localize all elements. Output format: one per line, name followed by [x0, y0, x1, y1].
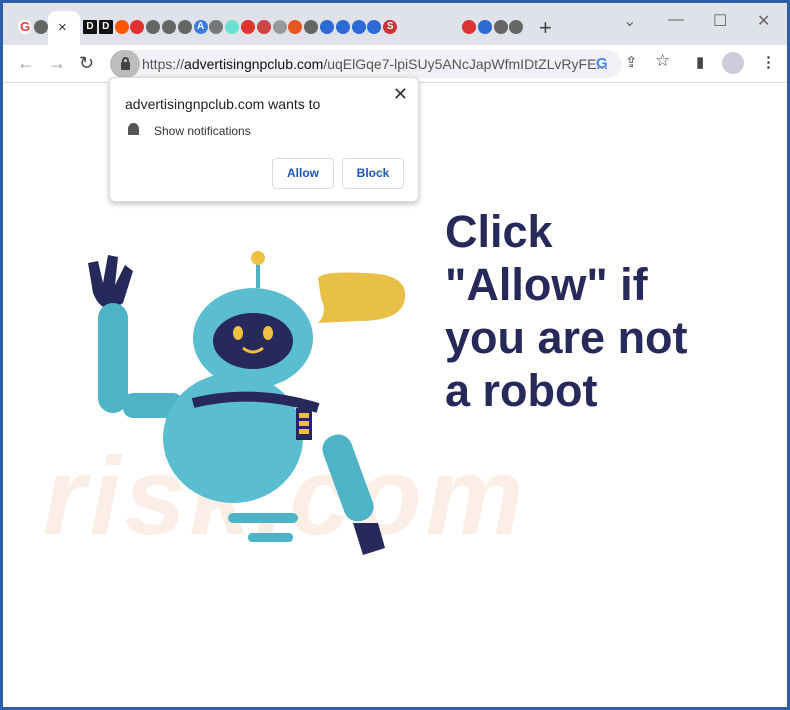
tab-globe-icon[interactable] [33, 20, 48, 34]
address-bar[interactable]: https://advertisingnpclub.com/uqElGqe7-l… [110, 50, 622, 78]
allow-button[interactable]: Allow [272, 158, 334, 189]
headline-line: Click [445, 206, 553, 257]
tab-s-icon[interactable]: S [383, 20, 398, 34]
block-button[interactable]: Block [342, 158, 404, 189]
tab-globe-icon[interactable] [146, 20, 161, 34]
side-panel-icon[interactable]: ▮ [696, 53, 704, 71]
tab-a-icon[interactable]: A [193, 20, 208, 34]
tab-google-icon[interactable]: G [18, 20, 32, 34]
robot-illustration [88, 251, 406, 555]
tab-globe-icon[interactable] [162, 20, 176, 34]
tab-globe-icon[interactable] [493, 20, 508, 34]
tab-shield-icon[interactable] [130, 20, 145, 34]
share-icon[interactable]: ⇪ [625, 53, 638, 71]
tab-red-icon[interactable] [462, 20, 476, 34]
popup-close-button[interactable]: ✕ [393, 84, 408, 105]
tab-edge-icon[interactable] [320, 20, 334, 34]
minimize-button[interactable]: — [668, 11, 684, 29]
tab-globe-icon[interactable] [509, 20, 524, 34]
tab-globe-icon[interactable] [304, 20, 319, 34]
bell-icon [128, 123, 139, 135]
back-button[interactable]: ← [17, 53, 35, 74]
google-lens-icon[interactable]: G [596, 55, 608, 72]
tab-ubuntu-icon[interactable] [288, 20, 303, 34]
url-scheme: https:// [142, 56, 185, 72]
maximize-button[interactable]: ☐ [713, 11, 727, 31]
forward-button[interactable]: → [48, 53, 66, 74]
headline-line: you are not [445, 312, 688, 363]
headline-line: a robot [445, 365, 598, 416]
tab-reddit-icon[interactable] [114, 20, 129, 34]
tab-d-icon[interactable]: D [83, 20, 97, 34]
new-tab-button[interactable]: + [539, 15, 552, 41]
tab-shield-icon[interactable] [256, 20, 271, 34]
tab-edge-icon[interactable] [351, 20, 366, 34]
close-window-button[interactable]: ✕ [757, 11, 770, 31]
tab-e-icon[interactable] [225, 20, 240, 34]
headline: Click "Allow" if you are not a robot [445, 205, 688, 417]
headline-line: "Allow" if [445, 259, 648, 310]
tab-globe-icon[interactable] [177, 20, 192, 34]
tab-edge-icon[interactable] [335, 20, 350, 34]
profile-avatar[interactable] [722, 52, 744, 74]
tab-shield-icon[interactable] [241, 20, 255, 34]
tab-strip: × G DD A S + ⌄ — ☐ ✕ [3, 3, 787, 45]
tab-close-button[interactable]: × [58, 19, 67, 36]
active-tab[interactable]: × [48, 11, 80, 45]
notification-permission-popup: advertisingnpclub.com wants to ✕ Show no… [109, 77, 419, 202]
url-path: /uqElGqe7-lpiSUy5ANcJapWfmIDtZLvRyFE... [323, 56, 609, 72]
reload-button[interactable]: ↻ [79, 53, 94, 74]
bookmark-star-icon[interactable]: ☆ [655, 51, 670, 71]
tab-d-icon[interactable]: D [98, 20, 113, 34]
lock-icon[interactable] [110, 50, 140, 78]
tab-edge-icon[interactable] [367, 20, 382, 34]
browser-window: × GDDAS + ⌄ — ☐ ✕ ← → ↻ https://advertis… [3, 3, 787, 707]
tab-edge-icon[interactable] [477, 20, 492, 34]
tab-search-button[interactable]: ⌄ [623, 11, 636, 31]
permission-text: Show notifications [154, 124, 251, 138]
tab-robot-icon[interactable] [209, 20, 224, 34]
menu-icon[interactable]: ⋮ [761, 53, 776, 71]
url-host: advertisingnpclub.com [184, 56, 324, 72]
tab-ec-icon[interactable] [272, 20, 287, 34]
popup-title: advertisingnpclub.com wants to [125, 96, 321, 112]
